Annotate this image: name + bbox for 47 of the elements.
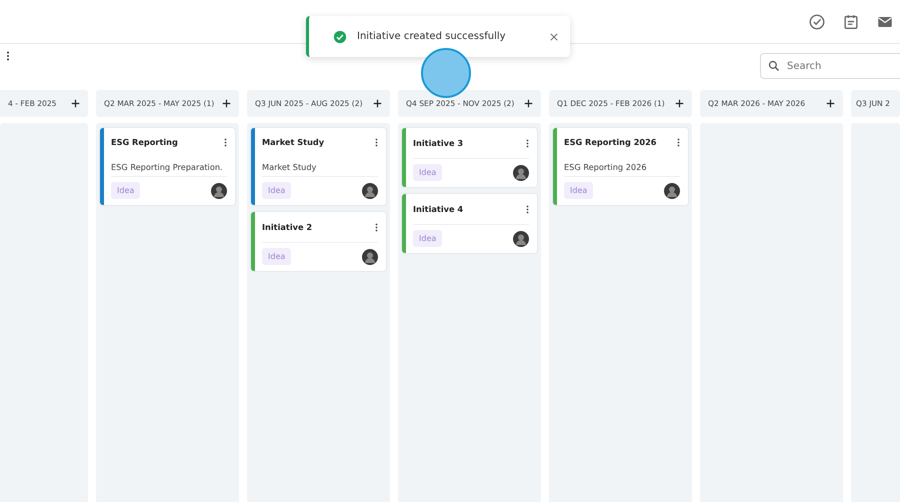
status-tag: Idea	[262, 182, 292, 199]
initiative-card[interactable]: Initiative 3 Idea	[402, 128, 537, 187]
avatar-icon	[513, 164, 529, 180]
initiative-card[interactable]: ESG Reporting 2026 ESG Reporting 2026 Idea	[553, 128, 688, 205]
status-tag: Idea	[262, 248, 292, 265]
avatar-icon	[362, 182, 378, 198]
more-options-icon[interactable]	[526, 204, 529, 214]
add-icon[interactable]	[524, 99, 533, 108]
avatar-icon	[513, 230, 529, 246]
card-title: Market Study	[262, 137, 324, 147]
add-icon[interactable]	[675, 99, 684, 108]
card-title: ESG Reporting	[111, 137, 178, 147]
status-tag: Idea	[564, 182, 594, 199]
card-title: Initiative 4	[413, 204, 464, 214]
calendar-icon[interactable]	[842, 12, 860, 30]
avatar-icon	[211, 182, 227, 198]
search-icon	[768, 60, 780, 72]
status-tag: Idea	[413, 230, 442, 247]
status-tag: Idea	[111, 182, 140, 199]
success-check-icon	[333, 30, 347, 44]
initiative-card[interactable]: Initiative 4 Idea	[402, 194, 537, 253]
more-options-icon[interactable]	[224, 138, 227, 146]
initiative-card[interactable]: ESG Reporting ESG Reporting Preparation. Idea	[100, 128, 235, 205]
card-title: ESG Reporting 2026	[564, 137, 656, 147]
add-icon[interactable]	[826, 99, 835, 108]
add-icon[interactable]	[71, 99, 80, 108]
add-icon[interactable]	[373, 99, 382, 108]
add-icon[interactable]	[222, 99, 231, 108]
toast-message: Initiative created successfully	[357, 31, 507, 42]
close-icon[interactable]	[550, 32, 558, 40]
check-circle-icon[interactable]	[808, 12, 826, 30]
card-title: Initiative 2	[262, 222, 312, 232]
more-options-icon[interactable]	[677, 138, 680, 146]
card-description: Market Study	[262, 162, 316, 172]
more-options-icon[interactable]	[375, 222, 378, 232]
more-options-icon[interactable]	[375, 138, 378, 146]
search-field[interactable]: Search	[760, 53, 900, 79]
avatar-icon	[664, 182, 680, 198]
status-tag: Idea	[413, 164, 442, 181]
more-options-icon[interactable]	[6, 51, 10, 61]
card-description: ESG Reporting 2026	[564, 162, 647, 172]
card-description: ESG Reporting Preparation.	[111, 162, 223, 172]
initiative-card[interactable]: Initiative 2 Idea	[251, 212, 386, 271]
avatar-icon	[362, 248, 378, 264]
more-options-icon[interactable]	[526, 138, 529, 148]
card-title: Initiative 3	[413, 138, 464, 148]
initiative-card[interactable]: Market Study Market Study Idea	[251, 128, 386, 205]
